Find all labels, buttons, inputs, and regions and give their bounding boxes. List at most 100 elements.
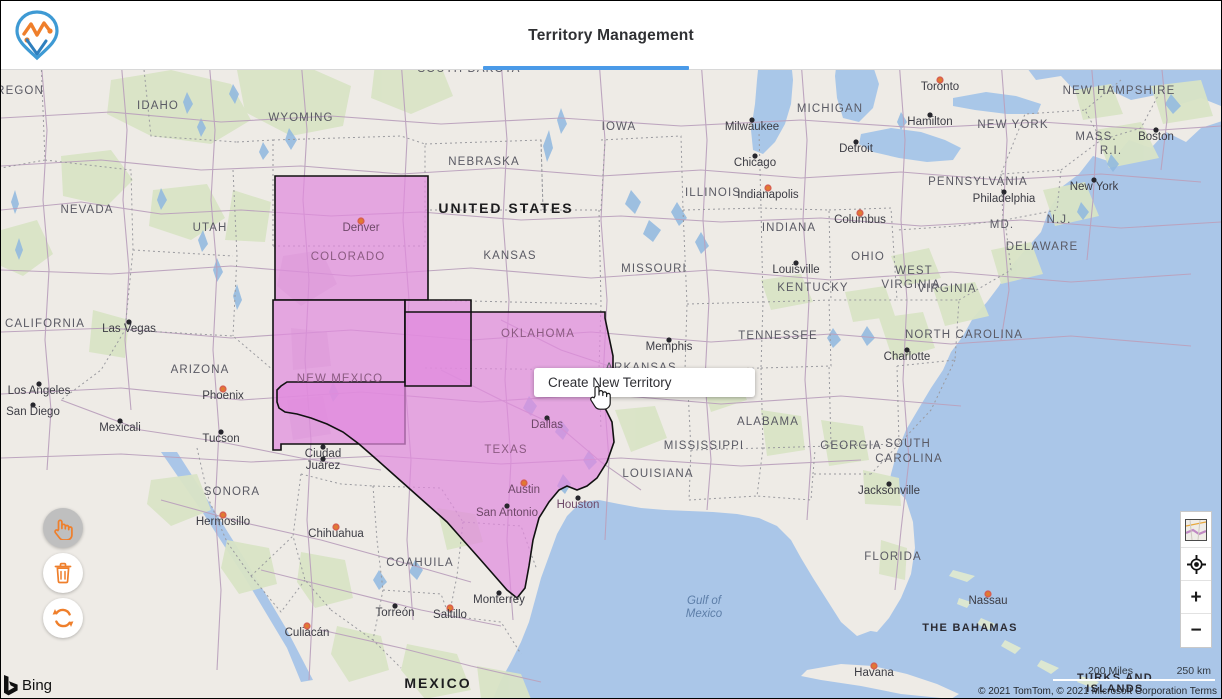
crosshair-icon [1186,554,1206,574]
state-label-24: SOUTH [885,438,931,450]
country-label-0: UNITED STATES [438,200,573,216]
city-label-11: Culiacán [285,627,330,639]
map-scale-bar: 200 Miles 250 km [1053,665,1215,681]
zoom-in-button[interactable]: + [1181,581,1211,614]
context-menu-item-create-new-territory[interactable]: Create New Territory [548,375,672,390]
territory-panhandle [404,311,472,387]
state-label-31: NEW HAMPSHIRE [1063,85,1176,97]
state-label-9: KANSAS [483,250,536,262]
minus-icon: − [1190,620,1202,641]
city-label-12: Torreón [376,607,415,619]
state-label-11: ILLINOIS [685,187,741,199]
city-label-18: Houston [557,499,600,511]
territory-state-label-0: COLORADO [311,251,386,263]
state-label-0: OREGON [1,85,44,97]
state-label-7: IOWA [602,121,637,133]
zoom-out-button[interactable]: − [1181,614,1211,647]
state-label-1: IDAHO [137,100,179,112]
state-label-33: N.J. [1047,214,1072,226]
map-thumbnail-icon [1185,518,1207,541]
city-label-4: Phoenix [202,390,244,402]
loading-progress [483,66,689,70]
territory-management-app: Territory Management EGON IDAHO WYOMING … [0,0,1222,699]
trash-icon [54,562,72,584]
water-label-1: Mexico [686,608,723,620]
city-label-30: Boston [1138,131,1174,143]
app-header: Territory Management [1,1,1221,70]
state-label-13: MICHIGAN [797,103,863,115]
city-label-13: Saltillo [433,609,467,621]
city-label-28: Philadelphia [973,193,1036,205]
state-label-6: ARIZONA [171,364,230,376]
state-label-16: TENNESSEE [738,330,818,342]
state-label-25: CAROLINA [875,453,943,465]
scale-miles: 200 Miles [1053,665,1137,681]
bing-label: Bing [22,676,53,694]
city-label-14: Monterrey [473,594,525,606]
city-label-10: Chihuahua [308,528,364,540]
bing-map-canvas[interactable]: OREGON IDAHO WYOMING NEVADA UTAH CALIFORNIA AR… [1,70,1221,698]
loading-progress-bar [483,66,689,70]
territory-state-label-1: NEW MEXICO [297,373,383,385]
city-label-6: Mexicali [99,422,141,434]
city-label-23: Toronto [921,81,959,93]
state-label-20: GEORGIA [820,440,881,452]
city-label-26: Columbus [834,214,886,226]
state-label-30: NEW YORK [977,119,1048,131]
map-draw-toolbar [43,508,83,638]
pan-hand-tool-button[interactable] [43,508,83,548]
city-label-22: Detroit [839,143,874,155]
state-label-35: DELAWARE [1006,241,1079,253]
city-label-3: San Diego [6,406,60,418]
plus-icon: + [1190,586,1202,608]
page-title: Territory Management [528,26,694,44]
state-label-19: ALABAMA [737,416,799,428]
state-label-28: VIRGINIA [881,279,940,291]
state-label-14: OHIO [851,251,885,263]
state-label-39: COAHUILA [386,557,454,569]
city-label-0: Denver [342,222,379,234]
city-label-25: Indianapolis [737,189,799,201]
bing-branding[interactable]: Bing [3,674,52,696]
city-label-31: Charlotte [884,351,931,363]
state-label-34: MD. [990,219,1014,231]
state-label-12: INDIANA [762,222,816,234]
scale-km: 250 km [1137,665,1215,681]
city-label-17: San Antonio [476,507,538,519]
city-label-15: Dallas [531,419,563,431]
territory-state-label-2: OKLAHOMA [501,328,575,340]
bing-logo-icon [4,675,18,696]
state-label-36: R.I. [1100,145,1122,157]
scale-miles-label: 200 Miles [1088,665,1133,677]
city-label-24: Hamilton [907,116,952,128]
state-label-22: FLORIDA [864,551,922,563]
state-label-21: LOUISIANA [622,468,693,480]
country-label-1: MEXICO [404,675,471,691]
state-label-8: NEBRASKA [448,156,519,168]
state-label-5: CALIFORNIA [5,318,85,330]
scale-km-label: 250 km [1176,665,1211,677]
state-label-15: KENTUCKY [777,282,848,294]
city-label-9: Juárez [306,460,341,472]
island-label-0: THE BAHAMAS [922,622,1018,634]
context-menu[interactable]: Create New Territory [534,368,755,397]
state-label-18: MISSISSIPPI [664,440,744,452]
state-label-37: SOUTH DAKOTA [417,70,520,75]
city-label-2: Los Angeles [8,385,71,397]
map-attribution[interactable]: © 2021 TomTom, © 2021 Microsoft Corporat… [978,686,1217,697]
state-label-3: NEVADA [60,204,113,216]
city-label-29: New York [1070,181,1119,193]
city-label-34: Havana [854,667,894,679]
city-label-16: Austin [508,484,540,496]
refresh-tool-button[interactable] [43,598,83,638]
water-label-0: Gulf of [687,595,723,607]
map-style-button[interactable] [1181,512,1211,548]
city-label-32: Jacksonville [858,485,920,497]
territory-state-label-3: TEXAS [484,444,527,456]
state-label-38: SONORA [204,486,260,498]
city-label-33: Nassau [969,595,1008,607]
locate-button[interactable] [1181,548,1211,581]
city-label-27: Louisville [772,264,819,276]
state-label-4: UTAH [193,222,228,234]
delete-tool-button[interactable] [43,553,83,593]
